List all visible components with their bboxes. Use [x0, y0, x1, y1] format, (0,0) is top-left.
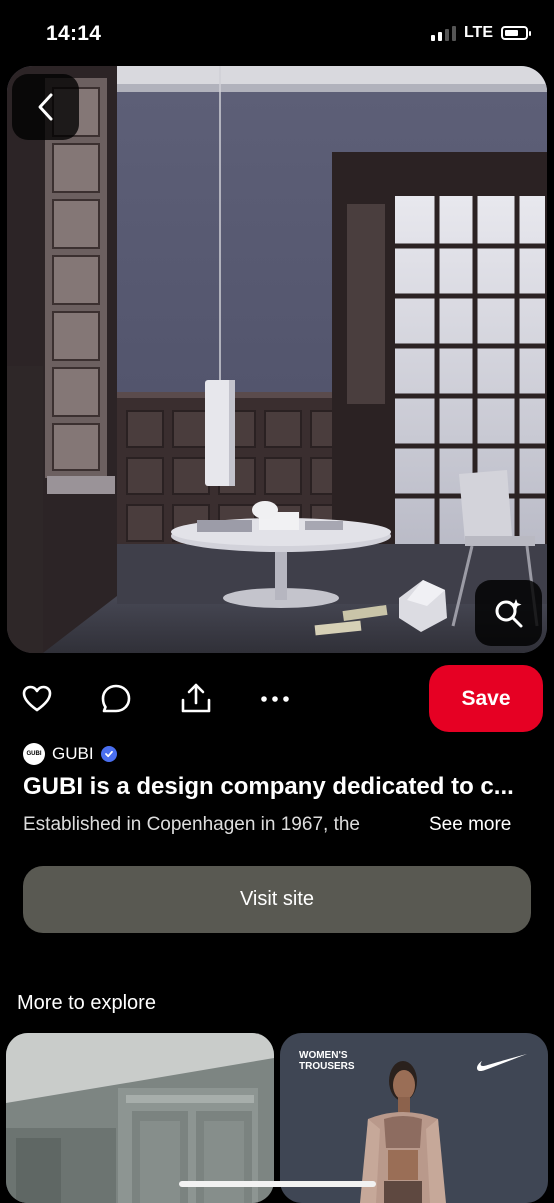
status-bar: 14:14 LTE: [0, 0, 554, 66]
visit-site-button[interactable]: Visit site: [23, 866, 531, 933]
pin-description: Established in Copenhagen in 1967, the: [23, 814, 360, 835]
ad-label: WOMEN'S TROUSERS: [299, 1050, 355, 1072]
explore-card[interactable]: [6, 1033, 274, 1203]
pin-author[interactable]: GUBI GUBI: [23, 743, 117, 765]
comment-button[interactable]: [99, 682, 133, 716]
comment-icon: [101, 684, 131, 713]
status-indicators: LTE: [430, 24, 531, 42]
author-avatar: GUBI: [23, 743, 45, 765]
nike-logo-icon: [477, 1054, 527, 1072]
more-button[interactable]: [258, 682, 292, 716]
visual-search-button[interactable]: [475, 580, 542, 646]
home-indicator[interactable]: [179, 1181, 376, 1187]
share-button[interactable]: [179, 682, 213, 716]
status-time: 14:14: [46, 22, 102, 45]
back-arrow-icon: [38, 93, 52, 121]
pin-image[interactable]: [7, 66, 547, 653]
pin-title: GUBI is a design company dedicated to c.…: [23, 773, 514, 800]
more-icon: [261, 696, 289, 702]
author-name: GUBI: [52, 744, 94, 763]
explore-card[interactable]: WOMEN'S TROUSERS: [280, 1033, 548, 1203]
battery-icon: [501, 26, 531, 40]
visual-search-icon: [495, 599, 522, 628]
back-button[interactable]: [12, 74, 79, 140]
verified-icon: [100, 746, 117, 762]
more-to-explore-heading: More to explore: [17, 992, 156, 1014]
like-button[interactable]: [20, 682, 54, 716]
see-more-link[interactable]: See more: [429, 814, 511, 836]
signal-icon: [430, 25, 456, 41]
save-button[interactable]: Save: [429, 665, 543, 732]
network-type: LTE: [463, 24, 493, 41]
heart-icon: [22, 685, 52, 712]
share-icon: [181, 683, 211, 713]
